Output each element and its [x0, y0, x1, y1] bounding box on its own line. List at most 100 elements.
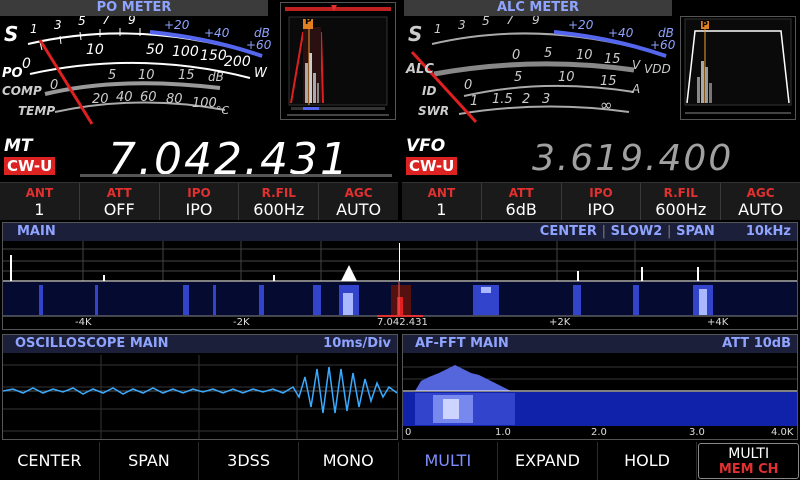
- oscilloscope-timebase[interactable]: 10ms/Div: [323, 335, 391, 353]
- alc-s-tick-3: 3: [458, 18, 466, 32]
- po-s-tick-40: +40: [204, 26, 230, 40]
- center-button[interactable]: CENTER: [0, 442, 100, 480]
- comp-label: COMP: [2, 84, 42, 98]
- spectrum-speed[interactable]: SLOW2: [611, 224, 663, 239]
- spectrum-tick-center: 7.042.431: [377, 317, 428, 328]
- sub-status-att[interactable]: ATT 6dB: [482, 183, 562, 220]
- alc-label: ALC: [406, 62, 434, 77]
- sub-status-agc[interactable]: AGC AUTO: [721, 183, 800, 220]
- main-status-bar: ANT 1 ATT OFF IPO IPO R.FIL 600Hz AGC AUTO: [0, 182, 398, 220]
- oscilloscope-title: OSCILLOSCOPE MAIN: [15, 336, 169, 351]
- alc-filter-display: P: [680, 16, 796, 120]
- sub-status-bar: ANT 1 ATT 6dB IPO IPO R.FIL 600Hz AGC AUTO: [402, 182, 800, 220]
- main-mode-badge[interactable]: CW-U: [4, 157, 56, 175]
- po-tick-0: 0: [22, 56, 31, 72]
- temp-tick-80: 80: [166, 92, 183, 107]
- main-status-ipo[interactable]: IPO IPO: [160, 183, 240, 220]
- 3dss-button[interactable]: 3DSS: [199, 442, 299, 480]
- hold-button[interactable]: HOLD: [598, 442, 698, 480]
- swr-tick-2: 2: [522, 92, 531, 107]
- po-s-tick-9: 9: [128, 16, 136, 27]
- bottom-menu: CENTER SPAN 3DSS MONO MULTI EXPAND HOLD …: [0, 442, 800, 480]
- main-status-att[interactable]: ATT OFF: [80, 183, 160, 220]
- alc-meter-title: ALC METER: [404, 0, 672, 16]
- temp-tick-60: 60: [140, 90, 157, 105]
- sub-status-ipo[interactable]: IPO IPO: [562, 183, 642, 220]
- alc-s-label: S: [408, 22, 423, 46]
- main-status-agc[interactable]: AGC AUTO: [319, 183, 398, 220]
- alc-s-tick-5: 5: [482, 16, 490, 28]
- sub-vfo[interactable]: VFO CW-U 3.619.400: [404, 136, 800, 179]
- spectrum-title: MAIN: [17, 224, 56, 239]
- af-fft-tick-3: 3.0: [689, 427, 705, 438]
- expand-button[interactable]: EXPAND: [498, 442, 598, 480]
- multi-button[interactable]: MULTI: [399, 442, 499, 480]
- po-s-tick-1: 1: [30, 22, 38, 36]
- main-status-rfil[interactable]: R.FIL 600Hz: [239, 183, 320, 220]
- main-vfo-label: MT: [4, 136, 33, 156]
- po-s-tick-5: 5: [78, 16, 86, 28]
- af-fft-tick-1: 1.0: [495, 427, 511, 438]
- comp-tick-5: 5: [108, 68, 117, 83]
- sub-status-rfil[interactable]: R.FIL 600Hz: [641, 183, 722, 220]
- multi-memch-button[interactable]: MULTI MEM CH: [698, 443, 799, 479]
- sub-frequency[interactable]: 3.619.400: [532, 138, 733, 179]
- af-fft-display: [403, 365, 797, 426]
- af-fft-title: AF-FFT MAIN: [415, 336, 509, 351]
- swr-tick-inf: ∞: [600, 96, 613, 114]
- po-meter-title: PO METER: [0, 0, 268, 16]
- temp-tick-c: °C: [216, 104, 230, 117]
- vdd-tick-10: 10: [576, 48, 593, 63]
- af-fft-panel[interactable]: AF-FFT MAIN ATT 10dB 0 1.0 2.0 3.0 4.0K: [402, 334, 798, 440]
- swr-label: SWR: [418, 104, 450, 118]
- comp-tick-0: 0: [50, 78, 59, 93]
- swr-tick-3: 3: [542, 92, 551, 107]
- vdd-label: VDD: [644, 62, 671, 76]
- span-button[interactable]: SPAN: [100, 442, 200, 480]
- sub-mode-badge[interactable]: CW-U: [406, 157, 458, 175]
- id-tick-10: 10: [558, 70, 575, 85]
- temp-tick-20: 20: [92, 92, 109, 107]
- id-tick-5: 5: [514, 70, 523, 85]
- af-fft-tick-4: 4.0K: [771, 427, 794, 438]
- spectrum-mode[interactable]: CENTER: [540, 224, 597, 239]
- po-tick-150: 150: [200, 48, 227, 64]
- oscilloscope-panel[interactable]: OSCILLOSCOPE MAIN 10ms/Div: [2, 334, 398, 440]
- comp-tick-10: 10: [138, 68, 155, 83]
- spectrum-span-value[interactable]: 10kHz: [746, 224, 791, 239]
- spectrum-tick-p4k: +4K: [707, 317, 729, 328]
- spectrum-panel[interactable]: MAIN CENTER | SLOW2 | SPAN 10kHz -4K -2K…: [2, 222, 798, 330]
- oscilloscope-trace: [3, 355, 397, 439]
- vdd-tick-15: 15: [604, 52, 621, 67]
- po-tick-100: 100: [172, 44, 199, 60]
- comp-tick-db: dB: [208, 70, 224, 84]
- po-tick-w: W: [254, 66, 267, 81]
- main-status-ant[interactable]: ANT 1: [0, 183, 80, 220]
- alc-s-tick-9: 9: [532, 16, 540, 27]
- temp-label: TEMP: [18, 104, 56, 118]
- id-label: ID: [422, 84, 437, 98]
- vdd-tick-0: 0: [512, 48, 521, 63]
- comp-tick-15: 15: [178, 68, 195, 83]
- alc-meter: S 1 3 5 7 9 +20 +40 dB +60 ALC 0 5 10 15…: [404, 16, 676, 128]
- alc-s-tick-60: +60: [650, 38, 676, 52]
- po-tick-200: 200: [224, 54, 251, 70]
- swr-tick-1-5: 1.5: [492, 92, 513, 107]
- po-label: PO: [2, 66, 23, 81]
- main-frequency[interactable]: 7.042.431: [108, 134, 350, 185]
- po-filter-marker: P: [305, 17, 312, 27]
- mono-button[interactable]: MONO: [299, 442, 399, 480]
- po-s-label: S: [4, 22, 19, 46]
- sub-status-ant[interactable]: ANT 1: [402, 183, 482, 220]
- af-fft-att[interactable]: ATT 10dB: [722, 335, 791, 353]
- po-meter: S 1 3 5 7 9 +20 +40 dB +60 PO 0 10 50 10…: [0, 16, 272, 128]
- alc-s-tick-7: 7: [506, 16, 514, 27]
- spectrum-waterfall: [3, 241, 797, 317]
- temp-tick-100: 100: [192, 96, 217, 111]
- swr-tick-1: 1: [470, 94, 479, 109]
- po-s-tick-3: 3: [54, 18, 62, 32]
- spectrum-tick-p2k: +2K: [549, 317, 571, 328]
- po-s-tick-20: +20: [164, 18, 190, 32]
- main-vfo[interactable]: MT CW-U 7.042.431: [0, 134, 400, 185]
- alc-s-tick-1: 1: [434, 22, 442, 36]
